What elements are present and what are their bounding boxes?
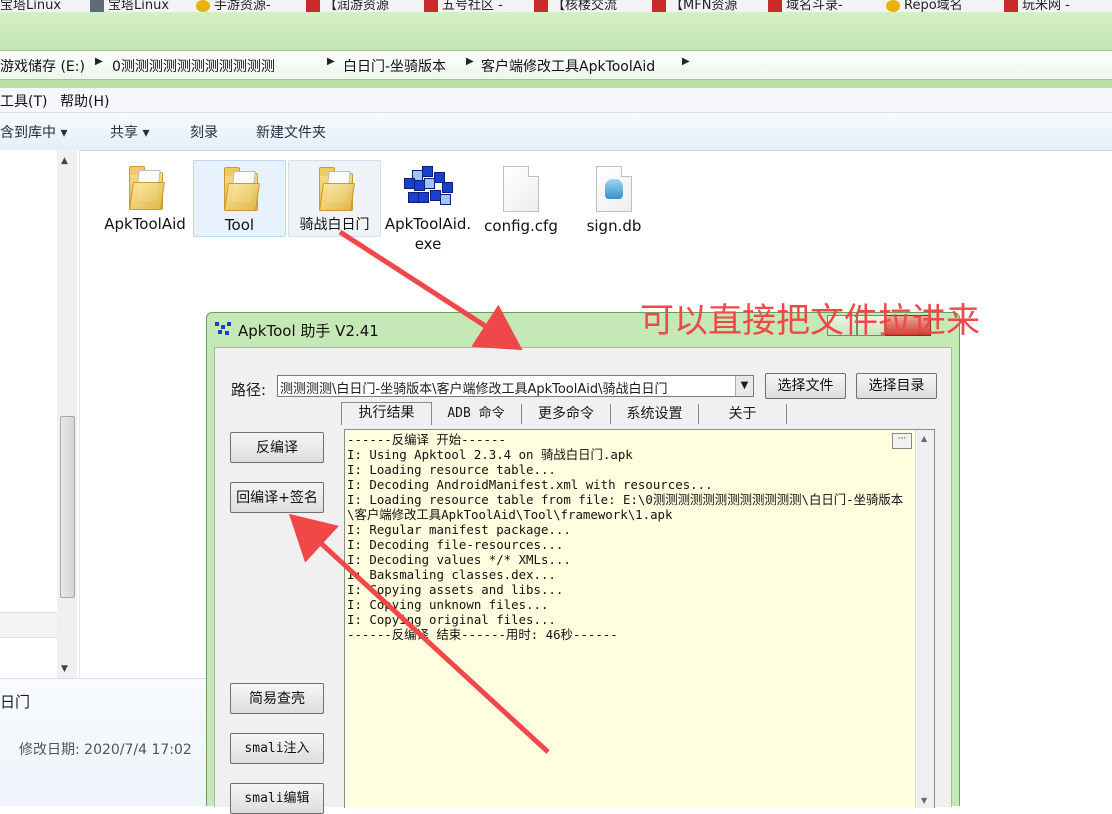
tab-about[interactable]: 关于	[699, 404, 787, 424]
bookmarks-bar: 宝塔Linux 宝塔Linux 手游资源- 【润游资源 五号社区 - 【核楼交流…	[0, 0, 1112, 12]
select-directory-button[interactable]: 选择目录	[856, 373, 937, 399]
select-file-button[interactable]: 选择文件	[765, 373, 846, 399]
decompile-button[interactable]: 反编译	[230, 432, 324, 463]
site-logo-icon	[768, 0, 782, 12]
path-combobox[interactable]: 测测测测\白日门-坐骑版本\客户端修改工具ApkToolAid\骑战白日门 ▼	[277, 375, 754, 397]
scroll-up-icon[interactable]: ▲	[61, 156, 68, 166]
bookmark-item[interactable]: Repo域名	[886, 0, 963, 12]
site-logo-icon	[534, 0, 548, 12]
site-logo-icon	[1004, 0, 1018, 12]
breadcrumb-folder[interactable]: 0测测测测测测测测测测测	[112, 56, 275, 76]
scrollbar-thumb[interactable]	[60, 416, 75, 598]
details-modified-date: 修改日期: 2020/7/4 17:02	[19, 742, 192, 758]
breadcrumb-separator-icon[interactable]: ▶	[95, 56, 103, 67]
file-name: 骑战白日门	[299, 217, 370, 233]
file-name: ApkToolAid.exe	[384, 215, 472, 253]
path-label: 路径:	[231, 381, 267, 399]
file-item-db[interactable]: sign.db	[569, 160, 659, 236]
chevron-down-icon[interactable]: ▼	[735, 376, 753, 396]
file-item-exe[interactable]: ApkToolAid.exe	[383, 160, 473, 254]
file-name: sign.db	[586, 217, 642, 235]
nav-scrollbar[interactable]: ▲ ▼	[57, 150, 77, 678]
site-logo-icon	[652, 0, 666, 12]
dialog-title: ApkTool 助手 V2.41	[238, 322, 379, 340]
site-logo-icon	[306, 0, 320, 12]
new-folder-button[interactable]: 新建文件夹	[256, 122, 326, 142]
breadcrumb-separator-icon[interactable]: ▶	[682, 56, 690, 67]
breadcrumb-folder[interactable]: 白日门-坐骑版本	[343, 56, 446, 76]
breadcrumb-folder[interactable]: 客户端修改工具ApkToolAid	[481, 56, 655, 76]
tab-adb-commands[interactable]: ADB 命令	[431, 404, 522, 424]
apktool-dialog: ApkTool 助手 V2.41 路径: 测测测测\白日门-坐骑版本\客户端修改…	[206, 312, 960, 814]
document-icon	[503, 166, 539, 212]
scroll-up-icon[interactable]: ▲	[921, 434, 927, 443]
folder-icon	[317, 165, 355, 211]
smali-inject-button[interactable]: smali注入	[230, 733, 324, 764]
file-name: ApkToolAid	[104, 215, 186, 233]
file-item-folder[interactable]: Tool	[193, 160, 286, 237]
file-item-folder[interactable]: ApkToolAid	[100, 160, 190, 234]
menu-bar: 工具(T) 帮助(H)	[0, 88, 1112, 113]
bookmark-item[interactable]: 玩米网 -	[1004, 0, 1070, 12]
exe-icon	[404, 166, 453, 206]
smali-edit-button[interactable]: smali编辑	[230, 783, 324, 814]
file-name: config.cfg	[484, 217, 558, 235]
breadcrumb-drive[interactable]: 游戏储存 (E:)	[0, 56, 85, 76]
page-icon	[90, 0, 104, 12]
dialog-client-area: 路径: 测测测测\白日门-坐骑版本\客户端修改工具ApkToolAid\骑战白日…	[214, 347, 952, 814]
bookmark-item[interactable]: 宝塔Linux	[90, 0, 169, 12]
nav-selected-item[interactable]	[0, 612, 57, 638]
annotation-text: 可以直接把文件拉进来	[640, 301, 980, 341]
check-packer-button[interactable]: 简易查壳	[230, 683, 324, 714]
database-file-icon	[596, 166, 632, 212]
burn-button[interactable]: 刻录	[190, 122, 218, 142]
site-logo-icon	[424, 0, 438, 12]
bookmark-item[interactable]: 【润游资源	[306, 0, 389, 12]
breadcrumb-separator-icon[interactable]: ▶	[327, 56, 335, 67]
bookmark-item[interactable]: 手游资源-	[196, 0, 271, 12]
scroll-down-icon[interactable]: ▼	[61, 664, 68, 674]
apktool-app-icon	[215, 322, 231, 336]
tab-more-commands[interactable]: 更多命令	[522, 404, 611, 424]
breadcrumb-separator-icon[interactable]: ▶	[466, 56, 474, 67]
recompile-sign-button[interactable]: 回编译+签名	[230, 482, 324, 513]
bookmark-item[interactable]: 宝塔Linux	[0, 0, 61, 12]
bookmark-item[interactable]: 【MFN资源	[652, 0, 737, 12]
command-toolbar: 含到库中 ▾ 共享 ▾ 刻录 新建文件夹	[0, 113, 1112, 151]
file-item-config[interactable]: config.cfg	[476, 160, 566, 236]
execution-log[interactable]: ------反编译 开始------ I: Using Apktool 2.3.…	[344, 429, 935, 808]
details-file-name: 日门	[0, 693, 31, 711]
include-in-library-button[interactable]: 含到库中 ▾	[0, 122, 67, 142]
file-name: Tool	[224, 216, 255, 234]
path-value: 测测测测\白日门-坐骑版本\客户端修改工具ApkToolAid\骑战白日门	[280, 382, 668, 397]
log-text: ------反编译 开始------ I: Using Apktool 2.3.…	[347, 432, 904, 642]
globe-icon	[196, 0, 210, 12]
details-pane: 日门 修改日期: 2020/7/4 17:02	[0, 678, 206, 806]
address-bar[interactable]: 游戏储存 (E:) ▶ 0测测测测测测测测测测测 ▶ 白日门-坐骑版本 ▶ 客户…	[0, 50, 1112, 80]
tab-execution-result[interactable]: 执行结果	[341, 402, 432, 425]
log-scrollbar[interactable]: ▲ ▼	[915, 430, 934, 808]
menu-tools[interactable]: 工具(T)	[0, 91, 47, 111]
bookmark-item[interactable]: 五号社区 -	[424, 0, 503, 12]
bookmark-item[interactable]: 【核楼交流	[534, 0, 617, 12]
scroll-down-icon[interactable]: ▼	[921, 796, 927, 805]
file-item-folder[interactable]: 骑战白日门	[288, 160, 381, 237]
globe-icon	[886, 0, 900, 12]
folder-icon	[222, 165, 260, 211]
bookmark-item[interactable]: 域名斗录-	[768, 0, 843, 12]
folder-icon	[127, 164, 165, 210]
menu-help[interactable]: 帮助(H)	[60, 91, 109, 111]
more-options-icon[interactable]: ···	[892, 433, 912, 449]
tab-system-settings[interactable]: 系统设置	[611, 404, 699, 424]
share-button[interactable]: 共享 ▾	[110, 122, 149, 142]
